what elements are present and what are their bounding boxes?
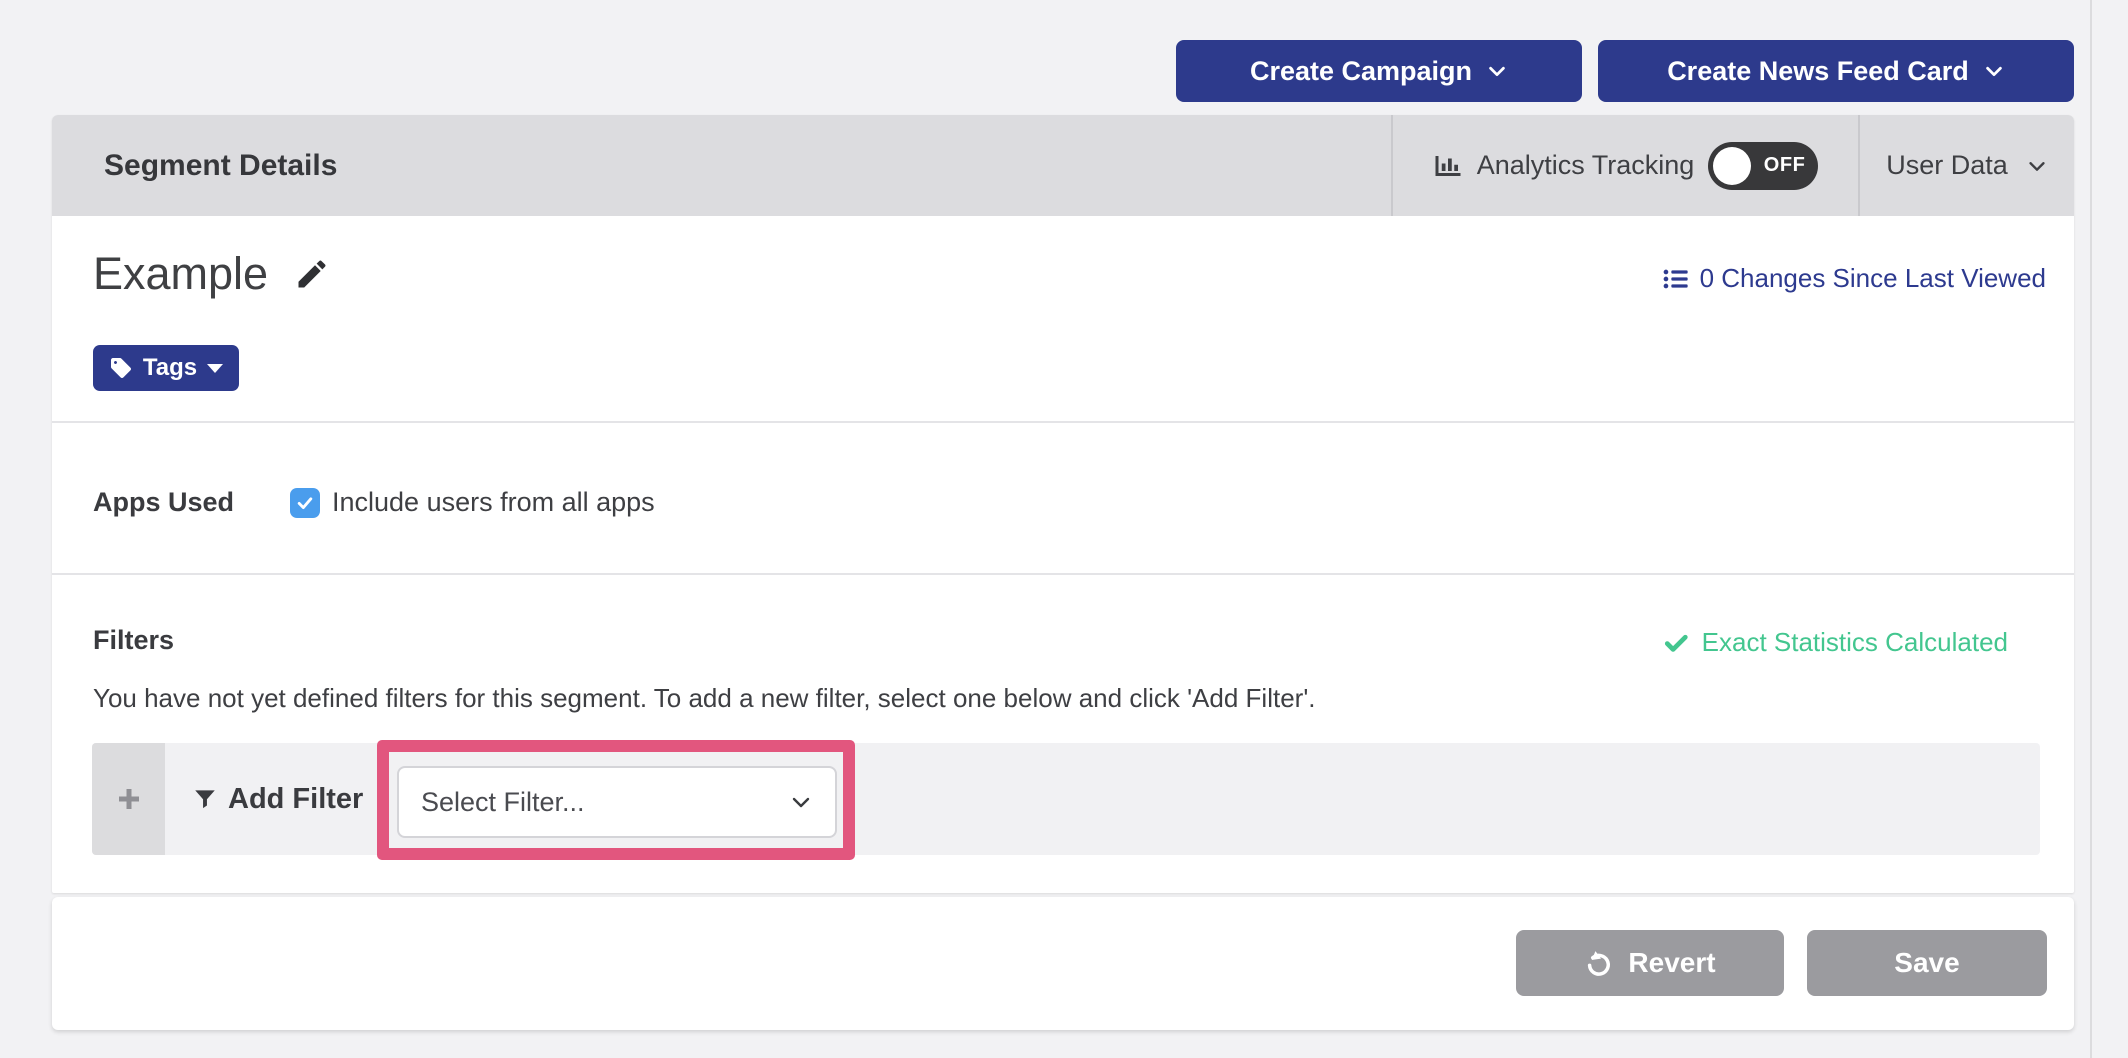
analytics-tracking-label: Analytics Tracking xyxy=(1477,150,1695,181)
caret-down-icon xyxy=(207,364,223,373)
add-filter-plus-button[interactable] xyxy=(92,743,165,855)
toggle-knob xyxy=(1713,147,1751,185)
analytics-tracking-toggle[interactable]: OFF xyxy=(1708,142,1818,190)
tags-label: Tags xyxy=(143,354,197,382)
include-all-apps-label: Include users from all apps xyxy=(332,487,655,518)
add-filter-label: Add Filter xyxy=(228,783,363,816)
save-button[interactable]: Save xyxy=(1807,930,2047,996)
add-filter-row: Add Filter xyxy=(92,743,2040,855)
section-divider xyxy=(52,573,2074,575)
changes-link-label: 0 Changes Since Last Viewed xyxy=(1700,263,2046,294)
segment-details-header: Segment Details Analytics Tracking OFF U… xyxy=(52,115,2074,216)
segment-name: Example xyxy=(93,248,268,300)
create-news-feed-card-label: Create News Feed Card xyxy=(1667,56,1969,87)
create-news-feed-card-button[interactable]: Create News Feed Card xyxy=(1598,40,2074,102)
apps-used-label: Apps Used xyxy=(93,487,290,518)
save-footer-card: Revert Save xyxy=(52,897,2074,1030)
select-filter-dropdown[interactable]: Select Filter... xyxy=(397,766,837,838)
filters-empty-message: You have not yet defined filters for thi… xyxy=(93,683,1316,714)
changes-since-last-viewed-link[interactable]: 0 Changes Since Last Viewed xyxy=(1662,263,2046,294)
section-divider xyxy=(52,421,2074,423)
revert-button[interactable]: Revert xyxy=(1516,930,1784,996)
save-label: Save xyxy=(1894,947,1959,979)
checkmark-icon xyxy=(1662,629,1690,657)
add-filter-label-group: Add Filter xyxy=(192,743,363,855)
bar-chart-icon xyxy=(1433,151,1463,181)
include-all-apps-checkbox[interactable] xyxy=(290,488,320,518)
select-filter-placeholder: Select Filter... xyxy=(421,787,585,818)
check-icon xyxy=(295,493,315,513)
chevron-down-icon xyxy=(2026,155,2048,177)
edit-pencil-icon[interactable] xyxy=(294,256,330,292)
chevron-down-icon xyxy=(789,790,813,814)
user-data-dropdown[interactable]: User Data xyxy=(1858,115,2074,216)
tag-icon xyxy=(109,356,133,380)
chevron-down-icon xyxy=(1983,60,2005,82)
tags-dropdown-button[interactable]: Tags xyxy=(93,345,239,391)
create-campaign-button[interactable]: Create Campaign xyxy=(1176,40,1582,102)
revert-label: Revert xyxy=(1628,947,1715,979)
window-edge-divider xyxy=(2090,0,2092,1058)
funnel-icon xyxy=(192,786,218,812)
analytics-tracking-section: Analytics Tracking OFF xyxy=(1391,115,1858,216)
create-campaign-label: Create Campaign xyxy=(1250,56,1472,87)
toggle-state-label: OFF xyxy=(1764,154,1806,177)
page-title: Segment Details xyxy=(104,149,337,183)
filters-section-label: Filters xyxy=(93,625,174,656)
undo-icon xyxy=(1584,949,1612,977)
list-icon xyxy=(1662,265,1690,293)
exact-statistics-status: Exact Statistics Calculated xyxy=(1662,627,2008,658)
exact-statistics-label: Exact Statistics Calculated xyxy=(1702,627,2008,658)
segment-details-card: Segment Details Analytics Tracking OFF U… xyxy=(52,115,2074,893)
chevron-down-icon xyxy=(1486,60,1508,82)
plus-icon xyxy=(114,784,144,814)
user-data-label: User Data xyxy=(1886,150,2008,181)
